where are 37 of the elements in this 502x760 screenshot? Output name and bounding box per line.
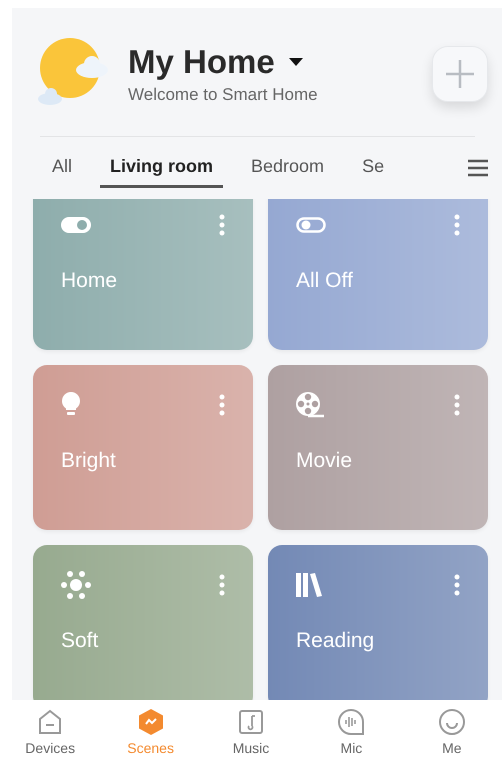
film-reel-icon bbox=[296, 392, 324, 418]
toggle-icon[interactable] bbox=[296, 215, 326, 235]
scene-name: Bright bbox=[61, 449, 117, 473]
scene-name: Soft bbox=[61, 629, 100, 653]
books-icon bbox=[296, 573, 322, 597]
room-tab[interactable]: Se bbox=[352, 148, 394, 188]
dropdown-caret-icon[interactable] bbox=[288, 58, 303, 66]
plus-icon bbox=[445, 59, 475, 89]
more-options-icon[interactable] bbox=[454, 574, 460, 596]
more-options-icon[interactable] bbox=[219, 574, 225, 596]
welcome-subtitle: Welcome to Smart Home bbox=[128, 85, 319, 105]
scene-card[interactable]: Reading bbox=[268, 545, 488, 700]
room-tab[interactable]: Bedroom bbox=[241, 148, 334, 188]
smile-icon bbox=[438, 708, 466, 736]
toggle-icon[interactable] bbox=[61, 215, 91, 235]
music-note-icon bbox=[237, 708, 266, 736]
nav-tab[interactable]: Devices bbox=[0, 708, 100, 760]
home-title[interactable]: My Home bbox=[128, 43, 275, 81]
microphone-bubble-icon bbox=[337, 708, 366, 736]
sun-dots-icon bbox=[61, 571, 91, 599]
menu-icon[interactable] bbox=[468, 159, 488, 177]
nav-tab[interactable]: Me bbox=[402, 708, 502, 760]
room-tab[interactable]: All bbox=[42, 148, 82, 188]
add-button[interactable] bbox=[432, 46, 488, 102]
nav-tab[interactable]: Music bbox=[200, 708, 302, 760]
more-options-icon[interactable] bbox=[219, 394, 225, 416]
nav-tab[interactable]: Mic bbox=[301, 708, 402, 760]
lightbulb-icon bbox=[61, 392, 81, 418]
more-options-icon[interactable] bbox=[219, 214, 225, 236]
scene-name: Home bbox=[61, 269, 118, 293]
room-tab[interactable]: Living room bbox=[100, 148, 224, 188]
hexagon-icon bbox=[136, 708, 165, 736]
scene-name: All Off bbox=[296, 269, 354, 293]
more-options-icon[interactable] bbox=[454, 214, 460, 236]
scene-name: Reading bbox=[296, 629, 376, 653]
more-options-icon[interactable] bbox=[454, 394, 460, 416]
scene-name: Movie bbox=[296, 449, 354, 473]
